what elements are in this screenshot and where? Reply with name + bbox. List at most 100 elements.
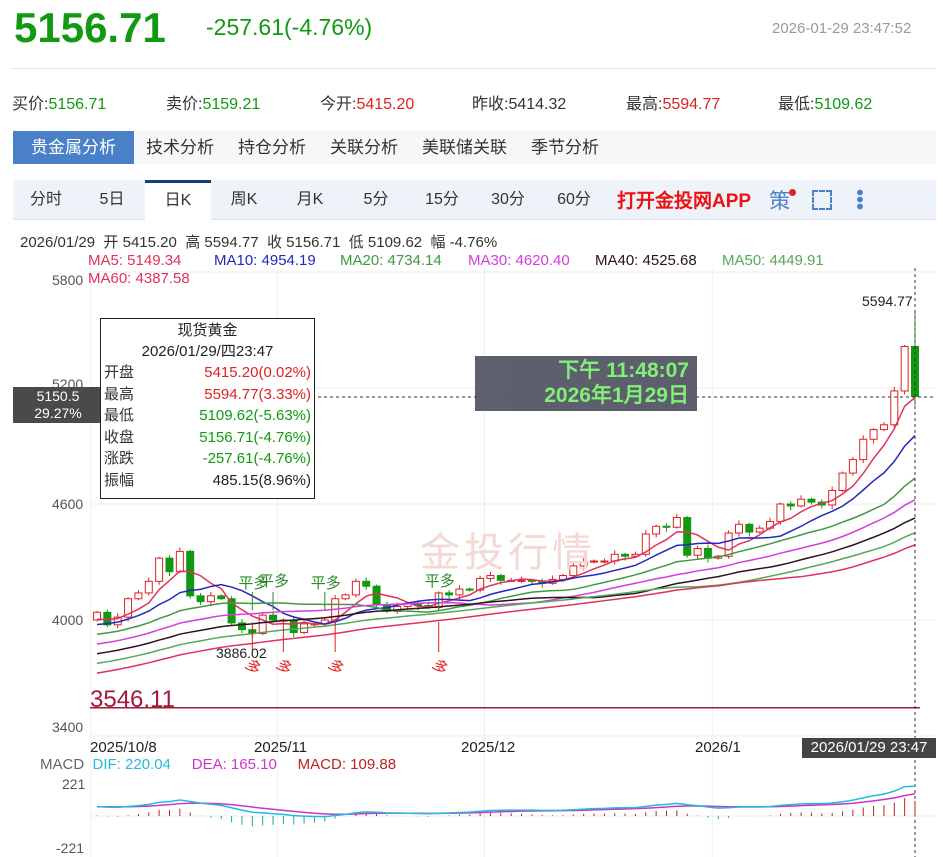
- candle-body: [734, 523, 743, 534]
- period-3[interactable]: 周K: [211, 180, 277, 220]
- open-app-link[interactable]: 打开金投网APP: [617, 186, 751, 213]
- x-tick: 2026/1: [695, 739, 741, 756]
- tab-1[interactable]: 技术分析: [134, 131, 226, 164]
- tooltip-row: 最低 5109.62(-5.63%): [104, 405, 311, 427]
- quote-value: 5109.62: [814, 96, 873, 113]
- quote-label: 昨收:: [472, 96, 509, 113]
- info-low: 5109.62: [367, 234, 423, 251]
- tooltip-row: 收盘 5156.71(-4.76%): [104, 427, 311, 449]
- candle-body: [372, 585, 381, 606]
- quote-item: 今开:5415.20: [320, 90, 414, 114]
- macd-dea: DEA: 165.10: [191, 756, 277, 773]
- candle-body: [745, 523, 754, 533]
- more-menu-icon[interactable]: •••: [848, 189, 870, 210]
- macd-legend: MACD DIF: 220.04 DEA: 165.10 MACD: 109.8…: [40, 756, 396, 773]
- period-5[interactable]: 5分: [343, 180, 409, 220]
- candle-body: [848, 459, 857, 474]
- tab-5[interactable]: 季节分析: [519, 131, 611, 164]
- tab-2[interactable]: 持仓分析: [226, 131, 318, 164]
- info-amp-label: 幅: [430, 234, 446, 251]
- candle-body: [755, 527, 764, 533]
- candle-body: [652, 525, 661, 535]
- tooltip-label: 最低: [104, 407, 135, 424]
- tooltip-label: 收盘: [104, 428, 135, 446]
- candle-body: [838, 472, 847, 491]
- candle-body: [517, 579, 526, 582]
- tooltip-label: 开盘: [104, 364, 135, 381]
- candle-body: [155, 557, 164, 582]
- candle-body: [672, 517, 681, 528]
- ma-legend-2: MA20: 4734.14: [340, 252, 442, 269]
- ma-legend-5: MA50: 4449.91: [722, 252, 824, 269]
- ma-legend-0: MA5: 5149.34: [88, 252, 182, 269]
- candle-body: [786, 503, 795, 507]
- period-7[interactable]: 30分: [475, 180, 541, 220]
- tooltip-row: 最高 5594.77(3.33%): [104, 384, 311, 406]
- period-0[interactable]: 分时: [13, 180, 79, 220]
- macd-tick: -221: [56, 840, 85, 856]
- strategy-label: 策: [769, 189, 791, 213]
- candle-body: [445, 592, 454, 596]
- info-high-label: 高: [185, 234, 201, 251]
- ma-legend-4: MA40: 4525.68: [595, 252, 697, 269]
- info-close-label: 收: [266, 234, 282, 251]
- candle-body: [662, 525, 671, 528]
- tab-4[interactable]: 美联储关联: [410, 131, 519, 164]
- candle-body: [828, 489, 837, 506]
- quote-label: 最高:: [626, 96, 663, 113]
- tooltip-row: 涨跌 -257.61(-4.76%): [104, 448, 311, 470]
- period-8[interactable]: 60分: [541, 180, 607, 220]
- clock-time: 下午 11:48:07: [558, 359, 689, 382]
- candle-body: [217, 595, 226, 600]
- x-tick: 2025/12: [461, 739, 516, 756]
- analysis-tabs: 贵金属分析 技术分析 持仓分析 关联分析 美联储关联 季节分析: [13, 131, 936, 164]
- quote-value: 5156.71: [48, 96, 107, 113]
- info-close: 5156.71: [286, 234, 341, 251]
- tooltip-row: 开盘 5415.20(0.02%): [104, 362, 311, 384]
- current-price: 5156.71: [14, 4, 166, 51]
- tooltip-value: 5415.20(0.02%): [204, 364, 311, 381]
- candle-body: [455, 588, 464, 596]
- candle-body: [362, 580, 371, 587]
- candle-body: [797, 498, 806, 507]
- info-high: 5594.77: [204, 234, 259, 251]
- timestamp: 2026-01-29 23:47:52: [772, 20, 912, 37]
- candle-body: [724, 532, 733, 557]
- candle-body: [165, 557, 174, 573]
- candle-body: [351, 580, 360, 596]
- info-open: 5415.20: [122, 234, 177, 251]
- quote-label: 卖价:: [166, 96, 203, 113]
- candle-body: [683, 517, 692, 556]
- y-tick: 5800: [52, 272, 84, 288]
- quote-item: 卖价:5159.21: [166, 90, 260, 114]
- candle-body: [175, 550, 184, 573]
- candle-body: [776, 503, 785, 522]
- ohlc-tooltip: 现货黄金 2026/01/29/四23:47 开盘 5415.20(0.02%) 最…: [100, 318, 315, 499]
- quote-item: 最高:5594.77: [626, 90, 720, 114]
- y-tick: 4600: [52, 496, 84, 512]
- tooltip-value: 485.15(8.96%): [212, 471, 311, 489]
- period-6[interactable]: 15分: [409, 180, 475, 220]
- candle-body: [693, 547, 702, 556]
- tab-3[interactable]: 关联分析: [318, 131, 410, 164]
- quote-label: 今开:: [320, 96, 357, 113]
- tooltip-value: 5156.71(-4.76%): [199, 428, 311, 446]
- tooltip-value: -257.61(-4.76%): [202, 450, 311, 467]
- info-date: 2026/01/29: [20, 234, 96, 251]
- quote-value: 5159.21: [202, 96, 261, 113]
- crosshair-date: 2026/01/29 23:47: [802, 738, 936, 758]
- candle-body: [900, 345, 909, 392]
- macd-tick: 221: [62, 776, 86, 792]
- candle-body: [186, 550, 195, 597]
- fullscreen-icon[interactable]: [812, 189, 833, 210]
- tooltip-row: 振幅 485.15(8.96%): [104, 470, 311, 492]
- tab-0[interactable]: 贵金属分析: [13, 131, 134, 164]
- divider: [12, 68, 936, 69]
- period-1[interactable]: 5日: [79, 180, 145, 220]
- tooltip-datetime: 2026/01/29/四23:47: [141, 343, 274, 360]
- candle-body: [465, 588, 474, 591]
- period-2[interactable]: 日K: [145, 179, 211, 220]
- candle-body: [807, 498, 816, 503]
- strategy-button[interactable]: 策: [769, 185, 797, 215]
- period-4[interactable]: 月K: [277, 180, 343, 220]
